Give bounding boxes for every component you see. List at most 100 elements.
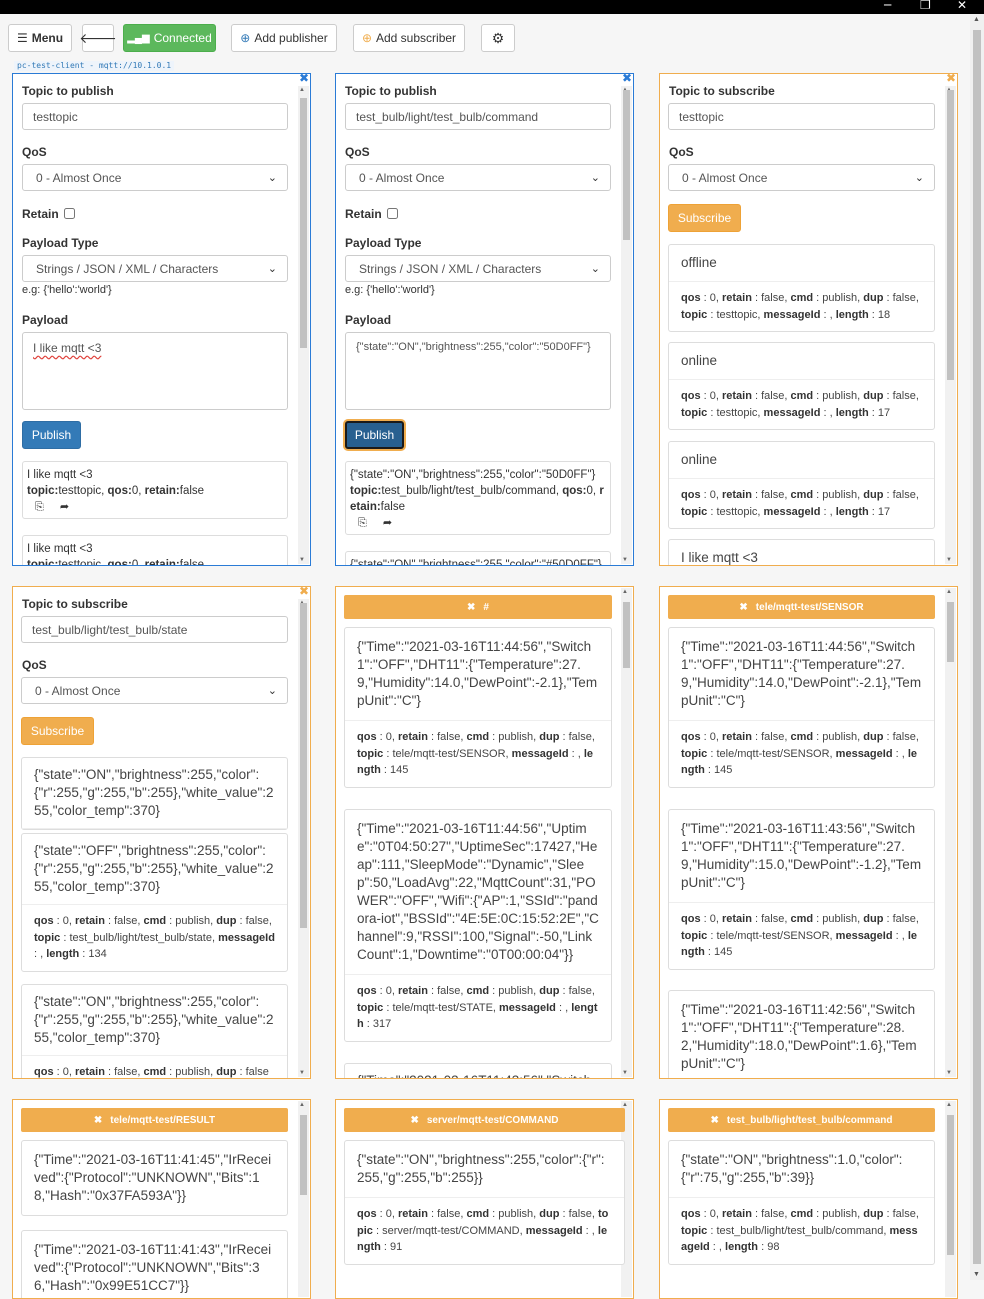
close-icon[interactable]: ✖ bbox=[739, 602, 747, 613]
chevron-down-icon: ⌄ bbox=[267, 685, 277, 697]
subscription-header[interactable]: ✖ # bbox=[344, 595, 612, 619]
publish-button[interactable]: Publish bbox=[345, 421, 404, 449]
qos-select[interactable]: 0 - Almost Once ⌄ bbox=[22, 164, 288, 191]
panel-scrollbar[interactable]: ▲ bbox=[298, 1101, 309, 1297]
connected-button[interactable]: ▂▄▆ Connected bbox=[123, 24, 216, 52]
subscriber-panel-testtopic: ✖ ▲▼ Topic to subscribe testtopic QoS 0 … bbox=[659, 73, 958, 566]
message-card: {"Time":"2021-03-16T11:42:56","Switch1":… bbox=[668, 990, 935, 1078]
copy-icon[interactable]: ⎘ bbox=[35, 501, 44, 513]
close-icon[interactable]: ✖ bbox=[94, 1115, 102, 1126]
settings-button[interactable]: ⚙ bbox=[481, 24, 515, 52]
message-card: offline qos : 0, retain : false, cmd : p… bbox=[668, 244, 935, 332]
qos-label: QoS bbox=[22, 145, 47, 159]
retain-checkbox[interactable] bbox=[64, 208, 76, 219]
publish-button[interactable]: Publish bbox=[22, 421, 81, 449]
payload-example: e.g: {'hello':'world'} bbox=[345, 284, 435, 296]
subscribe-topic-input[interactable]: test_bulb/light/test_bulb/state bbox=[21, 616, 288, 643]
subscription-header[interactable]: ✖ server/mqtt-test/COMMAND bbox=[344, 1108, 625, 1132]
message-card: online qos : 0, retain : false, cmd : pu… bbox=[668, 441, 935, 529]
panel-scrollbar[interactable]: ▲▼ bbox=[298, 599, 309, 1077]
close-icon[interactable]: ✖ bbox=[467, 602, 475, 613]
close-icon[interactable]: ✖ bbox=[711, 1115, 719, 1126]
topic-label: Topic to publish bbox=[22, 84, 114, 98]
scroll-down-icon[interactable]: ▼ bbox=[973, 1271, 980, 1278]
retain-checkbox[interactable] bbox=[387, 208, 399, 219]
topic-label: Topic to subscribe bbox=[669, 84, 775, 98]
retain-label: Retain bbox=[345, 207, 399, 221]
subscribe-button[interactable]: Subscribe bbox=[21, 717, 94, 745]
sent-message: I like mqtt <3 topic:testtopic, qos:0, r… bbox=[22, 535, 288, 565]
chevron-down-icon: ⌄ bbox=[590, 172, 600, 184]
add-circle-icon: ⊕ bbox=[361, 31, 372, 45]
sent-message: {"state":"ON","brightness":255,"color":"… bbox=[345, 461, 611, 535]
topic-label: Topic to publish bbox=[345, 84, 437, 98]
qos-select[interactable]: 0 - Almost Once ⌄ bbox=[21, 677, 288, 704]
add-subscriber-button[interactable]: ⊕ Add subscriber bbox=[353, 24, 465, 52]
payload-type-select[interactable]: Strings / JSON / XML / Characters ⌄ bbox=[22, 255, 288, 282]
message-card: {"Time":"2021-03-16T11:43:56","Switch bbox=[344, 1063, 612, 1078]
qos-label: QoS bbox=[345, 145, 370, 159]
panel-scrollbar[interactable]: ▲▼ bbox=[298, 86, 309, 564]
copy-icon[interactable]: ⎘ bbox=[358, 517, 367, 529]
page-scrollbar[interactable]: ▲ ▼ bbox=[970, 14, 984, 1280]
subscription-header[interactable]: ✖ tele/mqtt-test/RESULT bbox=[21, 1108, 288, 1132]
publisher-panel-2: ✖ ▲▼ Topic to publish test_bulb/light/te… bbox=[335, 73, 634, 566]
payload-type-select[interactable]: Strings / JSON / XML / Characters ⌄ bbox=[345, 255, 611, 282]
minimize-icon[interactable]: ─ bbox=[884, 0, 891, 12]
add-publisher-button[interactable]: ⊕ Add publisher bbox=[231, 24, 337, 52]
payload-type-label: Payload Type bbox=[22, 236, 99, 250]
panel-scrollbar[interactable]: ▲▼ bbox=[945, 588, 956, 1077]
scroll-up-icon[interactable]: ▲ bbox=[973, 16, 980, 23]
message-card: {"state":"ON","brightness":1.0,"color":{… bbox=[668, 1140, 935, 1265]
hamburger-icon: ☰ bbox=[16, 31, 28, 45]
back-button[interactable]: 🡐 bbox=[79, 24, 117, 52]
payload-type-label: Payload Type bbox=[345, 236, 422, 250]
payload-example: e.g: {'hello':'world'} bbox=[22, 284, 112, 296]
panel-scrollbar[interactable]: ▲▼ bbox=[621, 86, 632, 564]
qos-label: QoS bbox=[22, 658, 47, 672]
gear-icon: ⚙ bbox=[491, 29, 505, 46]
subscription-header[interactable]: ✖ test_bulb/light/test_bulb/command bbox=[668, 1108, 935, 1132]
subscriber-panel-result: ▲ ✖ tele/mqtt-test/RESULT {"Time":"2021-0… bbox=[12, 1099, 311, 1299]
resend-icon[interactable]: ➦ bbox=[383, 517, 392, 529]
sent-message: I like mqtt <3 topic:testtopic, qos:0, r… bbox=[22, 461, 288, 519]
restore-icon[interactable]: ❐ bbox=[920, 0, 931, 12]
subscriber-panel-hash: ▲ ▼ ✖ # {"Time":"2021-03-16T11:44:56","Swi… bbox=[335, 586, 634, 1079]
message-card: {"Time":"2021-03-16T11:43:56","Switch1":… bbox=[668, 809, 935, 970]
toolbar: ☰ Menu 🡐 ▂▄▆ Connected ⊕ Add publisher ⊕ Add… bbox=[0, 14, 970, 60]
publish-topic-input[interactable]: testtopic bbox=[22, 103, 288, 130]
resend-icon[interactable]: ➦ bbox=[60, 501, 69, 513]
publish-topic-input[interactable]: test_bulb/light/test_bulb/command bbox=[345, 103, 611, 130]
close-window-icon[interactable]: ✕ bbox=[957, 0, 967, 12]
panel-scrollbar[interactable]: ▲▼ bbox=[621, 588, 632, 1077]
close-panel-icon[interactable]: ✖ bbox=[299, 587, 309, 598]
close-panel-icon[interactable]: ✖ bbox=[299, 74, 309, 85]
page-scroll-thumb[interactable] bbox=[973, 30, 981, 1264]
payload-textarea[interactable]: I like mqtt <3 bbox=[22, 332, 288, 410]
publisher-panel-1: ✖ ▲ ▼ Topic to publish testtopic QoS 0 - … bbox=[12, 73, 311, 566]
payload-textarea[interactable]: {"state":"ON","brightness":255,"color":"… bbox=[345, 332, 611, 410]
qos-label: QoS bbox=[669, 145, 694, 159]
message-card: {"Time":"2021-03-16T11:44:56","Uptime":"… bbox=[344, 809, 612, 1042]
qos-select[interactable]: 0 - Almost Once ⌄ bbox=[345, 164, 611, 191]
qos-select[interactable]: 0 - Almost Once ⌄ bbox=[668, 164, 935, 191]
panel-scrollbar[interactable]: ▲ bbox=[945, 1101, 956, 1297]
message-card: {"state":"OFF","brightness":255,"color":… bbox=[21, 833, 288, 972]
add-circle-icon: ⊕ bbox=[240, 31, 251, 45]
subscribe-topic-input[interactable]: testtopic bbox=[668, 103, 935, 130]
menu-button[interactable]: ☰ Menu bbox=[8, 24, 72, 52]
chevron-down-icon: ⌄ bbox=[914, 172, 924, 184]
message-card: {"Time":"2021-03-16T11:44:56","Switch1":… bbox=[344, 627, 612, 788]
subscriber-panel-bulb-command: ▲ ✖ test_bulb/light/test_bulb/command {"s… bbox=[659, 1099, 958, 1299]
close-panel-icon[interactable]: ✖ bbox=[622, 74, 632, 85]
message-card: I like mqtt <3 bbox=[668, 539, 935, 565]
close-panel-icon[interactable]: ✖ bbox=[946, 74, 956, 85]
subscriber-panel-bulb-state: ✖ ▲▼ Topic to subscribe test_bulb/light/… bbox=[12, 586, 311, 1079]
close-icon[interactable]: ✖ bbox=[410, 1115, 418, 1126]
panel-scrollbar[interactable]: ▲▼ bbox=[945, 86, 956, 564]
message-card: {"state":"ON","brightness":255,"color":{… bbox=[21, 984, 288, 1078]
message-card: {"state":"ON","brightness":255,"color":{… bbox=[21, 757, 288, 830]
topic-label: Topic to subscribe bbox=[22, 597, 128, 611]
subscribe-button[interactable]: Subscribe bbox=[668, 204, 741, 232]
subscription-header[interactable]: ✖ tele/mqtt-test/SENSOR bbox=[668, 595, 935, 619]
